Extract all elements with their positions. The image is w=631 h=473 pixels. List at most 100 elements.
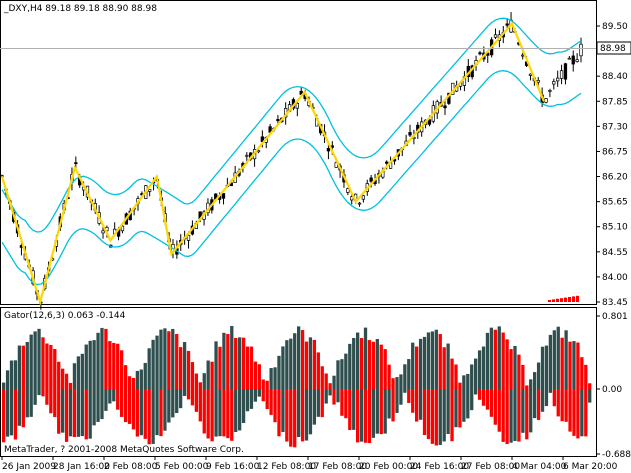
candle-body (221, 193, 226, 199)
gator-upper-bar (529, 379, 533, 389)
time-tick-label: 6 Mar 20:00 (563, 462, 618, 472)
gator-lower-bar (584, 389, 588, 437)
volume-bar (556, 298, 559, 302)
gator-upper-bar (387, 364, 391, 389)
gator-lower-bar (521, 389, 525, 433)
metatrader-chart-window[interactable]: 89.5089.1588.4087.8587.3086.7586.2085.65… (0, 0, 631, 473)
gator-upper-bar (344, 353, 348, 389)
gator-upper-bar (552, 330, 556, 389)
gator-upper-bar (320, 366, 324, 389)
gator-upper-bar (415, 346, 419, 389)
gator-upper-bar (324, 373, 328, 389)
volume-bar (548, 300, 551, 302)
gator-upper-bar (403, 364, 407, 389)
gator-upper-bar (190, 362, 195, 389)
gator-upper-bar (493, 329, 497, 389)
gator-lower-bar (434, 389, 438, 446)
gator-lower-bar (68, 389, 73, 437)
gator-lower-bar (230, 389, 234, 441)
gator-lower-bar (13, 389, 18, 440)
gator-upper-bar (21, 345, 25, 389)
gator-lower-bar (273, 389, 277, 423)
gator-lower-bar (253, 389, 258, 402)
gator-lower-bar (186, 389, 191, 400)
gator-lower-bar (387, 389, 391, 419)
gator-upper-bar (61, 368, 65, 389)
gator-upper-bar (147, 348, 151, 389)
gator-lower-bar (352, 389, 356, 430)
gator-lower-bar (175, 389, 179, 414)
gator-upper-bar (434, 329, 438, 389)
gator-lower-bar (151, 389, 155, 444)
gator-lower-bar (513, 389, 517, 441)
gator-lower-bar (269, 389, 273, 415)
gator-lower-bar (403, 389, 407, 393)
gator-lower-bar (517, 389, 521, 442)
volume-bar (568, 297, 571, 302)
gator-upper-bar (395, 377, 399, 389)
gator-lower-bar (214, 389, 218, 437)
gator-upper-bar (241, 337, 246, 389)
gator-upper-bar (230, 325, 234, 389)
gator-upper-bar (104, 328, 108, 389)
gator-upper-bar (112, 342, 116, 389)
gator-upper-bar (540, 346, 545, 389)
candle-body (505, 23, 509, 26)
gator-upper-bar (572, 341, 576, 389)
gator-lower-bar (485, 389, 490, 410)
gator-lower-bar (540, 389, 545, 412)
time-tick-label: 5 Feb 00:00 (155, 462, 209, 472)
gator-lower-bar (501, 389, 505, 442)
gator-lower-bar (17, 389, 22, 426)
gator-upper-bar (513, 345, 517, 389)
gator-lower-bar (190, 389, 195, 406)
gator-lower-bar (147, 389, 151, 445)
gator-lower-bar (127, 389, 132, 424)
gator-lower-bar (210, 389, 214, 442)
gator-upper-bar (497, 326, 501, 389)
candle-body (528, 73, 533, 76)
gator-upper-bar (521, 364, 525, 389)
gator-upper-bar (304, 341, 309, 389)
candle-body (357, 202, 362, 205)
gator-lower-bar (422, 389, 427, 436)
gator-upper-bar (517, 354, 521, 389)
time-axis: 26 Jan 200928 Jan 16:002 Feb 08:005 Feb … (1, 456, 618, 472)
gator-lower-bar (143, 389, 147, 439)
gator-lower-bar (477, 389, 482, 400)
gator-lower-bar (576, 389, 580, 439)
gator-upper-bar (80, 353, 84, 389)
gator-upper-bar (454, 364, 458, 389)
gator-lower-bar (493, 389, 497, 425)
gator-lower-bar (556, 389, 560, 417)
gator-lower-bar (564, 389, 568, 422)
gator-upper-bar (560, 337, 564, 389)
gator-lower-bar (37, 389, 41, 396)
gator-upper-bar (462, 375, 466, 389)
gator-lower-bar (533, 389, 537, 419)
gator-lower-bar (245, 389, 250, 412)
gator-lower-bar (76, 389, 81, 437)
gator-lower-bar (529, 389, 533, 433)
gator-upper-bar (548, 334, 553, 389)
gator-upper-bar (198, 382, 202, 389)
candle-body (74, 162, 78, 165)
gator-lower-bar (206, 389, 210, 439)
price-tick-label: 86.20 (602, 173, 628, 183)
gator-lower-bar (104, 389, 108, 411)
gator-upper-bar (108, 341, 112, 389)
chart-canvas[interactable]: 89.5089.1588.4087.8587.3086.7586.2085.65… (0, 0, 631, 473)
gator-upper-bar (151, 339, 155, 389)
gator-lower-bar (179, 389, 183, 409)
gator-lower-bar (261, 389, 265, 402)
gator-lower-bar (108, 389, 112, 404)
gator-upper-bar (49, 344, 53, 389)
gator-lower-bar (123, 389, 128, 423)
gator-upper-bar (363, 327, 368, 389)
gator-upper-bar (218, 346, 222, 389)
gator-lower-bar (171, 389, 175, 418)
gator-upper-bar (505, 339, 509, 389)
chart-header: _DXY,H4 89.18 89.18 88.90 88.98 (3, 4, 157, 14)
time-tick-label: 26 Jan 2009 (2, 462, 56, 472)
volume-bar (552, 299, 555, 302)
